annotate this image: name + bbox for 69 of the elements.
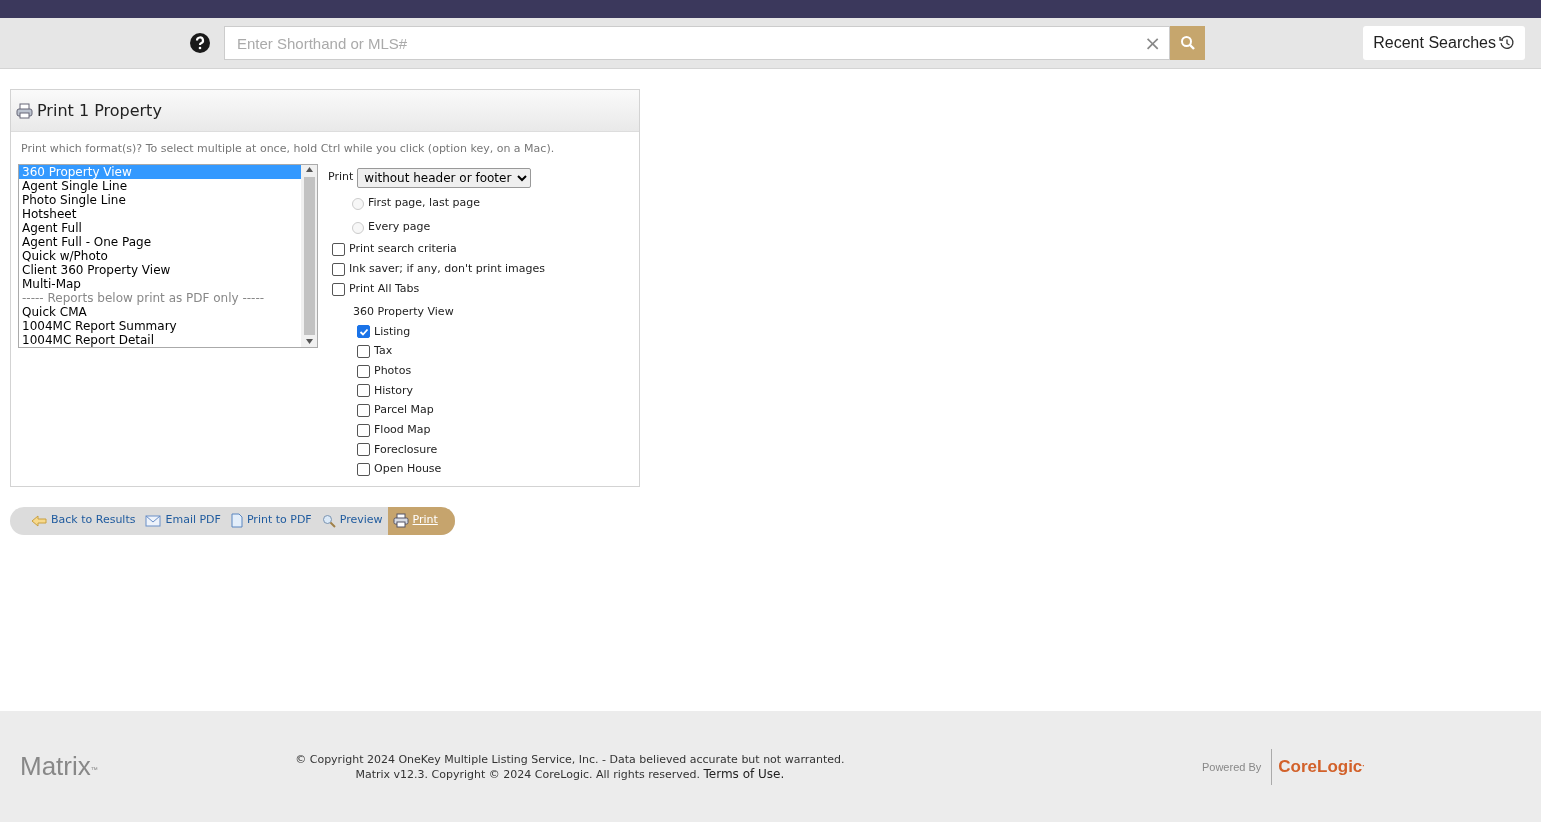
- checkbox[interactable]: [357, 364, 370, 378]
- envelope-icon: [145, 514, 162, 527]
- powered-by-text: Powered By: [1201, 748, 1273, 785]
- magnifier-icon: [321, 513, 336, 528]
- format-option[interactable]: Photo Single Line: [19, 192, 301, 207]
- checkbox[interactable]: [357, 463, 370, 477]
- checkbox[interactable]: [357, 345, 370, 359]
- tabs-heading: 360 Property View: [352, 303, 455, 320]
- corelogic-logo: CoreLogic$^{·}$: [1277, 756, 1365, 777]
- action-link[interactable]: Back to Results: [26, 506, 141, 535]
- printer-icon: [392, 513, 409, 528]
- radio-label: Every page: [368, 219, 431, 236]
- tab-option-label: Parcel Map: [374, 402, 434, 419]
- option-label: Print All Tabs: [349, 281, 420, 298]
- checkbox[interactable]: [357, 443, 370, 457]
- printer-icon: [16, 102, 33, 119]
- scroll-down-arrow[interactable]: [305, 336, 313, 347]
- print-select[interactable]: without header or footer: [357, 167, 532, 188]
- tab-option-label: History: [374, 382, 414, 399]
- search-icon: [1179, 35, 1196, 51]
- checkbox[interactable]: [357, 404, 370, 418]
- radio-button[interactable]: [352, 221, 364, 234]
- recent-searches-button[interactable]: Recent Searches: [1363, 26, 1525, 60]
- print-label: Print: [328, 169, 354, 186]
- format-option[interactable]: 1004MC Report Summary: [19, 318, 301, 333]
- checkbox[interactable]: [332, 263, 345, 276]
- action-link[interactable]: Print to PDF: [225, 506, 317, 535]
- format-option[interactable]: Agent Single Line: [19, 178, 301, 193]
- format-option[interactable]: 1004MC Report Detail: [19, 332, 301, 347]
- radio-button[interactable]: [352, 197, 364, 210]
- matrix-logo: Matrix$^{™}$: [20, 751, 98, 782]
- radio-label: First page, last page: [368, 195, 480, 212]
- tab-option-label: Open House: [374, 461, 442, 478]
- scroll-up-arrow[interactable]: [305, 164, 313, 175]
- search-field[interactable]: Enter Shorthand or MLS# ×: [224, 26, 1170, 60]
- checkbox[interactable]: [357, 423, 370, 437]
- format-option[interactable]: Hotsheet: [19, 206, 301, 221]
- checkbox[interactable]: [332, 283, 345, 296]
- option-label: Ink saver; if any, don't print images: [349, 261, 546, 278]
- clear-button[interactable]: ×: [1136, 33, 1169, 53]
- document-icon: [230, 513, 243, 528]
- version-text: Matrix v12.3. Copyright © 2024 CoreLogic. All rights reserved.: [355, 767, 701, 781]
- format-option[interactable]: Multi-Map: [19, 276, 301, 291]
- copyright-text: © Copyright 2024 OneKey Multiple Listing Service, Inc. - Data believed accurate but not warranted.: [294, 751, 846, 767]
- tab-option-label: Flood Map: [374, 422, 431, 439]
- format-option[interactable]: Quick CMA: [19, 304, 301, 319]
- action-link[interactable]: Email PDF: [140, 506, 226, 535]
- arrow-icon: [31, 514, 47, 527]
- format-listbox[interactable]: [18, 163, 318, 348]
- help-icon[interactable]: [190, 33, 210, 53]
- tab-option-label: Listing: [374, 323, 411, 340]
- format-option[interactable]: Agent Full - One Page: [19, 234, 301, 249]
- action-link[interactable]: Preview: [316, 506, 388, 535]
- instructions-text: Print which format(s)? To select multiple at once, hold Ctrl while you click (option key, on a Mac).: [20, 141, 556, 157]
- scrollbar[interactable]: [301, 164, 317, 347]
- checkbox[interactable]: [357, 384, 370, 398]
- format-option[interactable]: Client 360 Property View: [19, 262, 301, 277]
- format-option[interactable]: Agent Full: [19, 220, 301, 235]
- checkbox[interactable]: [357, 325, 370, 339]
- option-label: Print search criteria: [349, 241, 457, 258]
- tab-option-label: Photos: [374, 362, 412, 379]
- panel-title: Print 1 Property: [37, 99, 162, 122]
- separator-text: ----- Reports below print as PDF only -----: [21, 290, 266, 305]
- history-icon: [1499, 35, 1515, 51]
- format-option[interactable]: Quick w/Photo: [19, 248, 301, 263]
- checkbox[interactable]: [332, 243, 345, 256]
- tab-option-label: Tax: [374, 343, 393, 360]
- tab-option-label: Foreclosure: [374, 441, 438, 458]
- terms-link[interactable]: Terms of Use.: [703, 766, 785, 781]
